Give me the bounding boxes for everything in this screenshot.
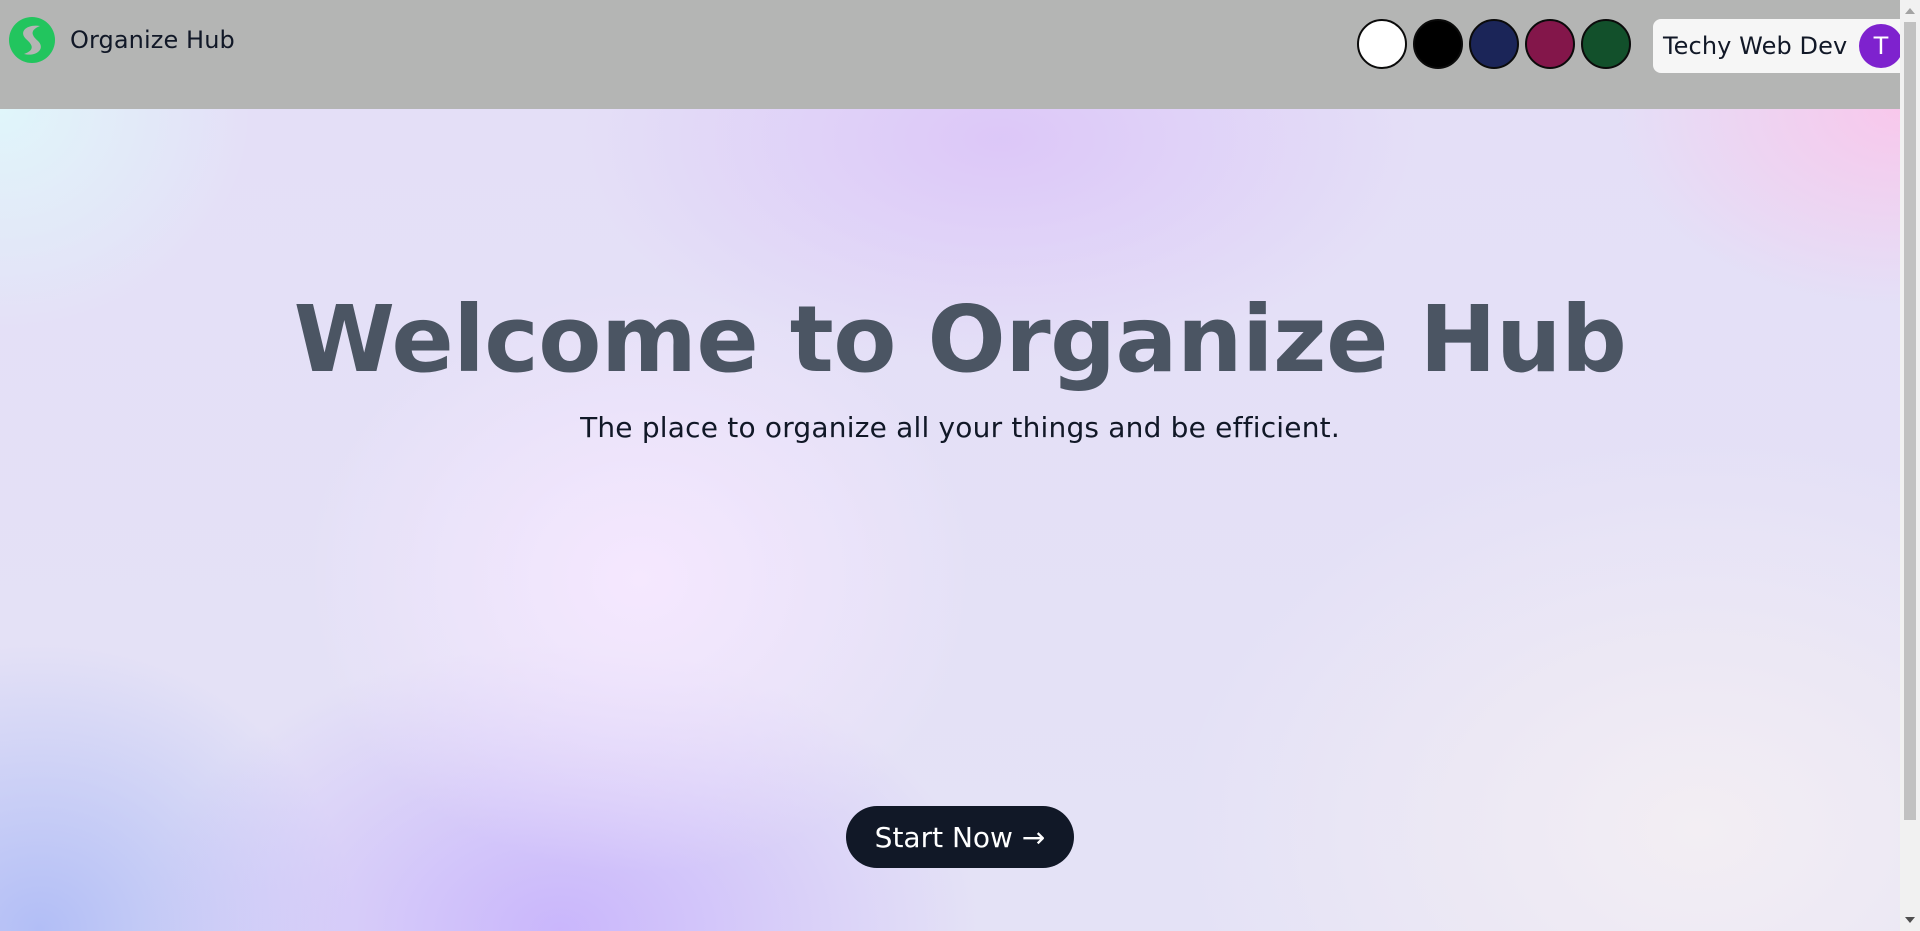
brand-name: Organize Hub <box>70 26 235 54</box>
top-navbar: Organize Hub Techy Web Dev T <box>0 0 1903 109</box>
theme-swatch-navy[interactable] <box>1469 19 1519 69</box>
theme-swatch-black[interactable] <box>1413 19 1463 69</box>
scroll-up-arrow-icon[interactable] <box>1905 8 1915 14</box>
user-name: Techy Web Dev <box>1663 32 1848 60</box>
theme-swatch-forest-green[interactable] <box>1581 19 1631 69</box>
hero-section: Welcome to Organize Hub The place to org… <box>0 109 1900 931</box>
avatar-initial: T <box>1873 32 1889 60</box>
scroll-down-arrow-icon[interactable] <box>1905 917 1915 923</box>
start-now-button[interactable]: Start Now → <box>846 806 1074 868</box>
brand-logo-icon <box>9 17 55 63</box>
avatar[interactable]: T <box>1859 24 1903 68</box>
user-menu-button[interactable]: Techy Web Dev T <box>1653 19 1903 73</box>
hero-title: Welcome to Organize Hub <box>293 286 1627 393</box>
brand[interactable]: Organize Hub <box>9 17 235 63</box>
theme-swatches <box>1357 19 1631 69</box>
theme-swatch-white[interactable] <box>1357 19 1407 69</box>
scrollbar-thumb[interactable] <box>1904 22 1916 820</box>
theme-swatch-crimson[interactable] <box>1525 19 1575 69</box>
page: Organize Hub Techy Web Dev T Welcome to … <box>0 0 1920 931</box>
vertical-scrollbar[interactable] <box>1900 0 1920 931</box>
hero-subtitle: The place to organize all your things an… <box>580 411 1340 444</box>
